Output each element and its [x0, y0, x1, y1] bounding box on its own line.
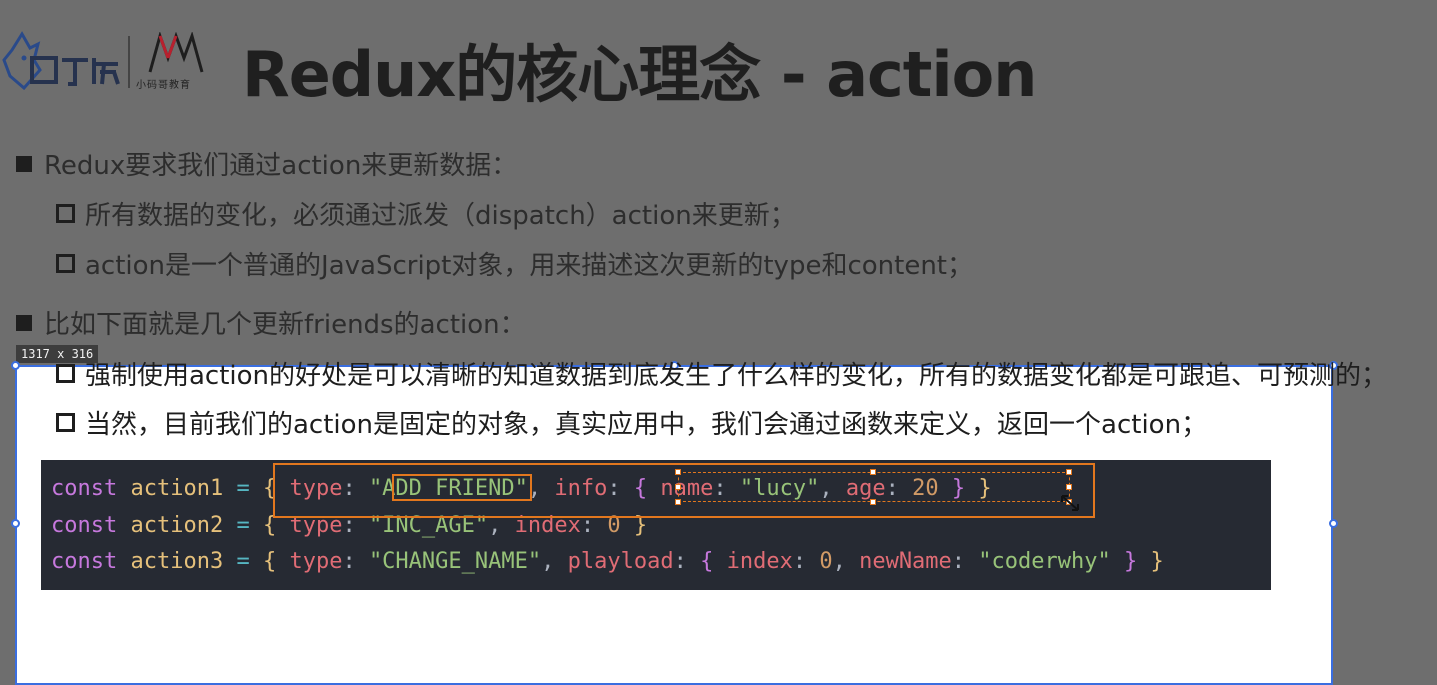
square-bullet-icon	[16, 315, 32, 331]
bullet-text: 当然，目前我们的action是固定的对象，真实应用中，我们会通过函数来定义，返回…	[85, 410, 1208, 440]
annotation-handle[interactable]	[675, 499, 681, 505]
annotation-handle[interactable]	[870, 469, 876, 475]
annotation-handle[interactable]	[1066, 469, 1072, 475]
logo-wordmark-icon	[30, 56, 120, 86]
annotation-rectangle-selected[interactable]	[678, 472, 1070, 502]
page-title: Redux的核心理念 - action	[242, 38, 1037, 111]
hollow-square-bullet-icon	[56, 364, 75, 383]
resize-handle-right[interactable]	[1329, 519, 1338, 528]
bullet-item: Redux要求我们通过action来更新数据：	[16, 145, 517, 182]
code-line: const action3 = { type: "CHANGE_NAME", p…	[51, 549, 1164, 574]
resize-cursor-icon	[1061, 495, 1079, 511]
annotation-rectangle[interactable]	[392, 474, 532, 501]
logo-divider	[128, 36, 130, 88]
bullet-text: 比如下面就是几个更新friends的action：	[44, 310, 526, 340]
hollow-square-bullet-icon	[56, 413, 75, 432]
bullet-item: 比如下面就是几个更新friends的action：	[16, 304, 526, 341]
hollow-square-bullet-icon	[56, 204, 75, 223]
logo-subtitle: 小码哥教育	[136, 80, 191, 91]
bullet-text: action是一个普通的JavaScript对象，用来描述这次更新的type和c…	[85, 251, 973, 281]
brand-logo: coderwhy 小码哥教育	[0, 30, 230, 94]
resize-handle-top-left[interactable]	[11, 361, 20, 370]
annotation-handle[interactable]	[1066, 484, 1072, 490]
sub-bullet-item: 强制使用action的好处是可以清晰的知道数据到底发生了什么样的变化，所有的数据…	[56, 355, 1387, 392]
sub-bullet-item: action是一个普通的JavaScript对象，用来描述这次更新的type和c…	[56, 245, 973, 282]
annotation-handle[interactable]	[675, 469, 681, 475]
resize-handle-left[interactable]	[11, 519, 20, 528]
sub-bullet-item: 所有数据的变化，必须通过派发（dispatch）action来更新；	[56, 195, 796, 232]
bullet-text: Redux要求我们通过action来更新数据：	[44, 151, 518, 181]
bullet-text: 强制使用action的好处是可以清晰的知道数据到底发生了什么样的变化，所有的数据…	[85, 361, 1388, 391]
bullet-text: 所有数据的变化，必须通过派发（dispatch）action来更新；	[85, 201, 796, 231]
square-bullet-icon	[16, 156, 32, 172]
annotation-handle[interactable]	[675, 484, 681, 490]
xiaomage-logo-icon	[148, 32, 204, 73]
slide: coderwhy 小码哥教育 Redux的核心理念 - action Redux…	[0, 0, 1437, 685]
sub-bullet-item: 当然，目前我们的action是固定的对象，真实应用中，我们会通过函数来定义，返回…	[56, 404, 1207, 441]
hollow-square-bullet-icon	[56, 254, 75, 273]
annotation-handle[interactable]	[870, 499, 876, 505]
